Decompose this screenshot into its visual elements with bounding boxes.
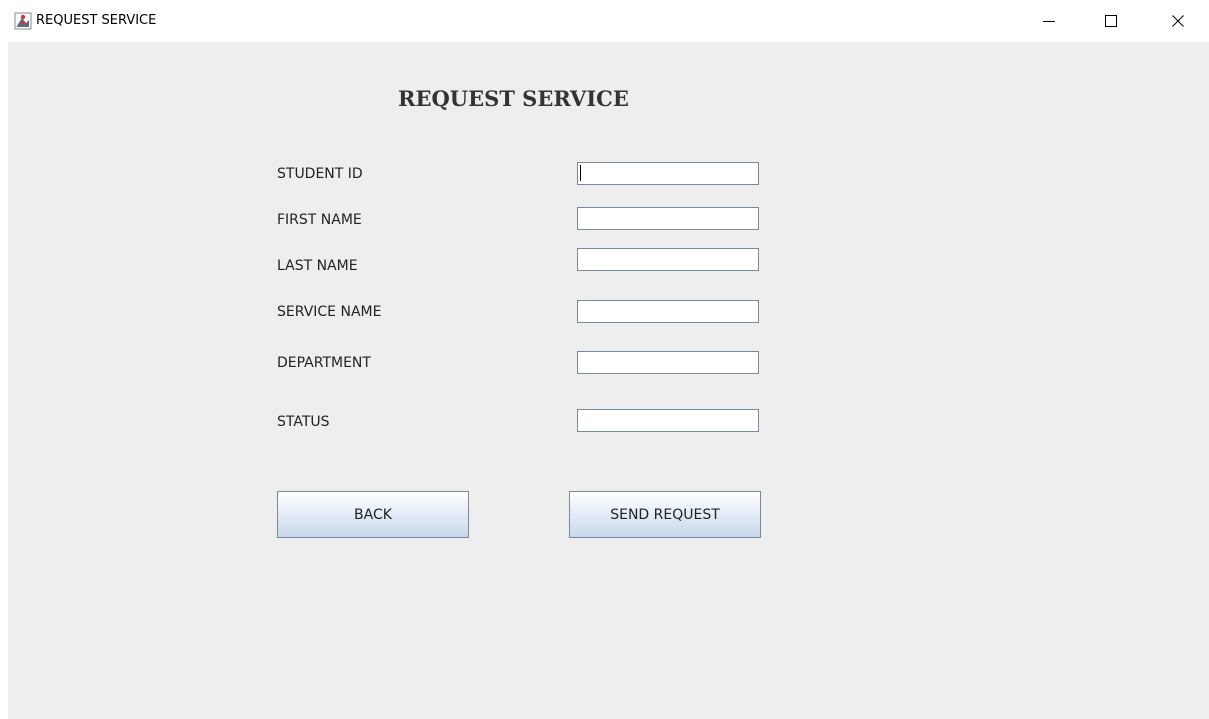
close-icon <box>1172 15 1184 27</box>
student-id-input[interactable] <box>577 162 759 185</box>
status-input[interactable] <box>577 409 759 432</box>
send-request-button[interactable]: SEND REQUEST <box>569 491 761 538</box>
java-cup-icon <box>14 12 32 30</box>
last-name-label: LAST NAME <box>277 258 358 274</box>
department-input[interactable] <box>577 351 759 374</box>
form-panel: REQUEST SERVICE STUDENT ID FIRST NAME LA… <box>8 42 1209 719</box>
minimize-button[interactable] <box>1026 0 1072 42</box>
first-name-input[interactable] <box>577 207 759 230</box>
maximize-button[interactable] <box>1088 0 1134 42</box>
close-button[interactable] <box>1155 0 1201 42</box>
title-bar[interactable]: REQUEST SERVICE <box>0 0 1209 42</box>
last-name-input[interactable] <box>577 248 759 271</box>
student-id-label: STUDENT ID <box>277 166 363 182</box>
text-caret <box>580 165 581 181</box>
department-label: DEPARTMENT <box>277 355 371 371</box>
maximize-icon <box>1105 15 1117 27</box>
service-name-label: SERVICE NAME <box>277 304 382 320</box>
form-heading: REQUEST SERVICE <box>398 86 629 111</box>
first-name-label: FIRST NAME <box>277 212 362 228</box>
back-button[interactable]: BACK <box>277 491 469 538</box>
minimize-icon <box>1043 21 1055 22</box>
service-name-input[interactable] <box>577 300 759 323</box>
window-title: REQUEST SERVICE <box>36 13 157 28</box>
student-id-field-wrap <box>577 162 759 185</box>
status-label: STATUS <box>277 414 330 430</box>
application-window: REQUEST SERVICE REQUEST SERVICE STUDENT … <box>0 0 1209 719</box>
